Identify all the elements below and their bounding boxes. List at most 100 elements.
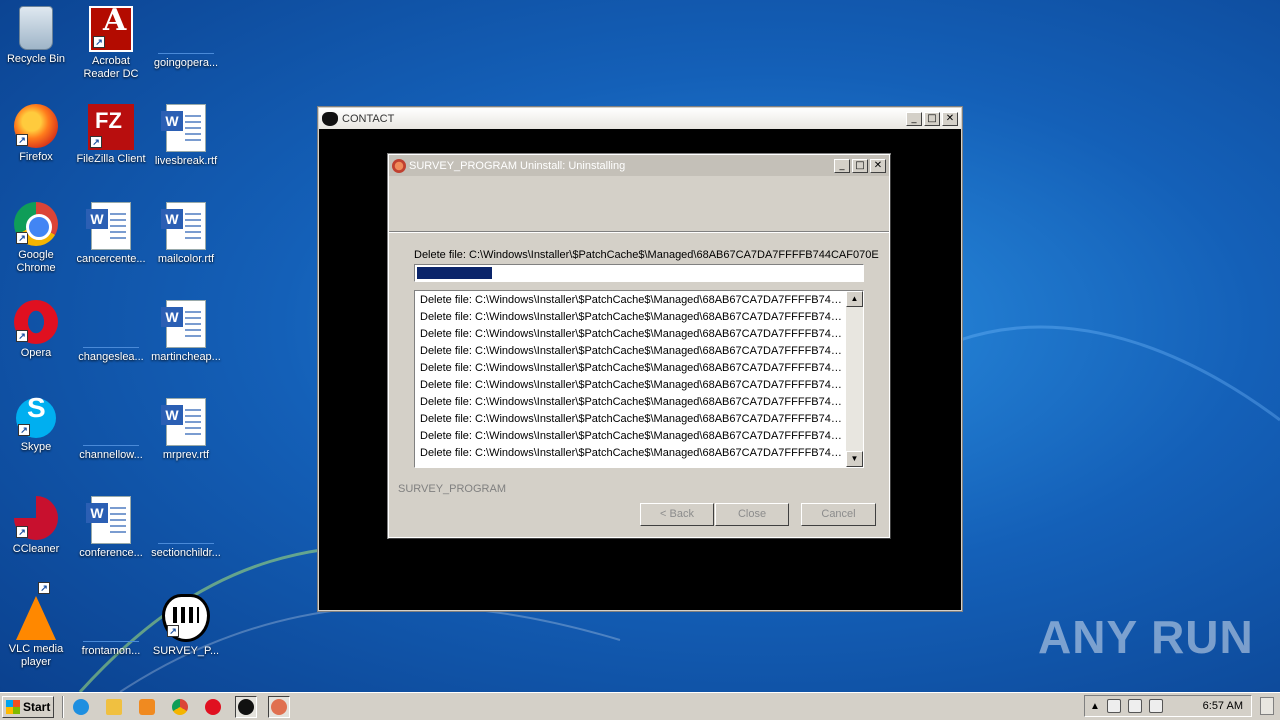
desktop-icon[interactable]: livesbreak.rtf [148,104,224,168]
cancel-button[interactable]: Cancel [801,503,876,526]
chrome-taskbar-icon[interactable] [169,696,191,718]
shortcut-arrow-icon: ↗ [18,424,30,436]
network-icon[interactable] [1106,699,1121,713]
clock[interactable]: 6:57 AM [1203,700,1243,712]
maximize-button[interactable]: □ [924,111,940,126]
taskbar-separator [62,695,64,718]
desktop-icon-label: Google Chrome [16,249,56,274]
word-doc-icon [161,398,206,446]
word-doc-icon [86,202,131,250]
desktop-icon[interactable]: channellow... [73,398,149,462]
desktop-icon[interactable]: ↗ SURVEY_P... [148,594,224,658]
shortcut-arrow-icon: ↗ [38,582,50,594]
desktop-icon-label: CCleaner [12,543,60,555]
log-item[interactable]: Delete file: C:\Windows\Installer\$Patch… [420,360,844,377]
minimize-button[interactable]: _ [906,111,922,126]
scroll-down-icon[interactable]: ▼ [846,451,863,467]
desktop-icon-label: Acrobat Reader DC [83,55,139,80]
desktop-icon[interactable]: mailcolor.rtf [148,202,224,266]
desktop-icon[interactable]: conference... [73,496,149,560]
explorer-icon[interactable] [103,696,125,718]
installer-taskbar-icon[interactable] [268,695,290,718]
survey-heart-icon: ↗ [162,594,210,642]
blank-file-icon [158,28,214,54]
details-log[interactable]: Delete file: C:\Windows\Installer\$Patch… [414,290,864,468]
close-dialog-button[interactable]: Close [715,503,789,526]
log-item[interactable]: Delete file: C:\Windows\Installer\$Patch… [420,292,844,309]
status-text: Delete file: C:\Windows\Installer\$Patch… [414,249,879,261]
uninstall-title-bar[interactable]: SURVEY_PROGRAM Uninstall: Uninstalling _… [389,155,889,176]
dialog-minimize-button[interactable]: _ [834,158,850,173]
progress-fill [417,267,493,279]
desktop-icon-label: cancercente... [76,253,146,265]
taskbar: Start ▲ 6:57 AM [0,692,1280,720]
filezilla-icon: ↗ [88,104,134,150]
scroll-up-icon[interactable]: ▲ [846,291,863,307]
log-item[interactable]: Delete file: C:\Windows\Installer\$Patch… [420,445,844,462]
desktop-icon[interactable]: cancercente... [73,202,149,266]
word-doc-icon [161,202,206,250]
dialog-close-button[interactable]: ✕ [870,158,886,173]
tray-expand-icon[interactable]: ▲ [1090,701,1100,712]
show-desktop-button[interactable] [1260,697,1274,715]
media-player-icon[interactable] [136,696,158,718]
dialog-maximize-button[interactable]: □ [852,158,868,173]
ie-icon[interactable] [70,696,92,718]
desktop-icon[interactable]: frontamon... [73,594,149,658]
close-button[interactable]: ✕ [942,111,958,126]
desktop-icon[interactable]: Recycle Bin [0,6,74,66]
flag-icon[interactable] [1148,699,1163,713]
desktop-icon-label: sectionchildr... [151,547,221,559]
desktop-icon-label: martincheap... [151,351,221,363]
volume-icon[interactable] [1127,699,1142,713]
desktop-icon[interactable]: ↗ Acrobat Reader DC [73,6,149,81]
desktop-icon[interactable]: ↗ Firefox [0,104,74,164]
log-item[interactable]: Delete file: C:\Windows\Installer\$Patch… [420,377,844,394]
contact-taskbar-icon[interactable] [235,695,257,718]
blank-file-icon [83,616,139,642]
shortcut-arrow-icon: ↗ [167,625,179,637]
desktop-icon-label: frontamon... [81,645,141,657]
word-doc-icon [161,300,206,348]
start-button[interactable]: Start [2,695,54,718]
desktop-icon[interactable]: ↗ Google Chrome [0,202,74,275]
desktop-icon[interactable]: ↗ Skype [0,398,74,454]
desktop-icon[interactable]: martincheap... [148,300,224,364]
uninstall-dialog[interactable]: SURVEY_PROGRAM Uninstall: Uninstalling _… [388,154,890,538]
blank-file-icon [158,518,214,544]
firefox-icon: ↗ [14,104,58,148]
opera-taskbar-icon[interactable] [202,696,224,718]
desktop-icon-label: mailcolor.rtf [157,253,215,265]
start-label: Start [23,699,51,714]
ccleaner-icon: ↗ [14,496,58,540]
shortcut-arrow-icon: ↗ [16,526,28,538]
heart-app-icon [322,111,338,126]
acrobat-icon: ↗ [89,6,133,52]
back-button[interactable]: < Back [640,503,714,526]
desktop-icon[interactable]: goingopera... [148,6,224,70]
desktop-icon[interactable]: ↗ CCleaner [0,496,74,556]
desktop-icon[interactable]: ↗ VLC media player [0,582,74,669]
log-item[interactable]: Delete file: C:\Windows\Installer\$Patch… [420,394,844,411]
desktop-icon[interactable]: mrprev.rtf [148,398,224,462]
desktop-icon-label: VLC media player [8,643,64,668]
shortcut-arrow-icon: ↗ [90,136,102,148]
desktop-icon[interactable]: ↗ FileZilla Client [73,104,149,166]
log-scrollbar[interactable]: ▲ ▼ [846,291,863,467]
desktop-icon[interactable]: changeslea... [73,300,149,364]
desktop-icon[interactable]: ↗ Opera [0,300,74,360]
log-item[interactable]: Delete file: C:\Windows\Installer\$Patch… [420,343,844,360]
recycle-bin-icon [19,6,53,50]
contact-title-bar[interactable]: CONTACT _ □ ✕ [319,108,961,129]
shortcut-arrow-icon: ↗ [16,134,28,146]
desktop-icon-label: channellow... [79,449,143,461]
contact-window-title: CONTACT [342,112,395,125]
log-item[interactable]: Delete file: C:\Windows\Installer\$Patch… [420,428,844,445]
desktop-icon-label: goingopera... [153,57,219,69]
desktop-icon-label: Firefox [19,151,53,163]
desktop-icon[interactable]: sectionchildr... [148,496,224,560]
log-item[interactable]: Delete file: C:\Windows\Installer\$Patch… [420,326,844,343]
log-item[interactable]: Delete file: C:\Windows\Installer\$Patch… [420,309,844,326]
windows-logo-icon [6,699,20,714]
log-item[interactable]: Delete file: C:\Windows\Installer\$Patch… [420,411,844,428]
